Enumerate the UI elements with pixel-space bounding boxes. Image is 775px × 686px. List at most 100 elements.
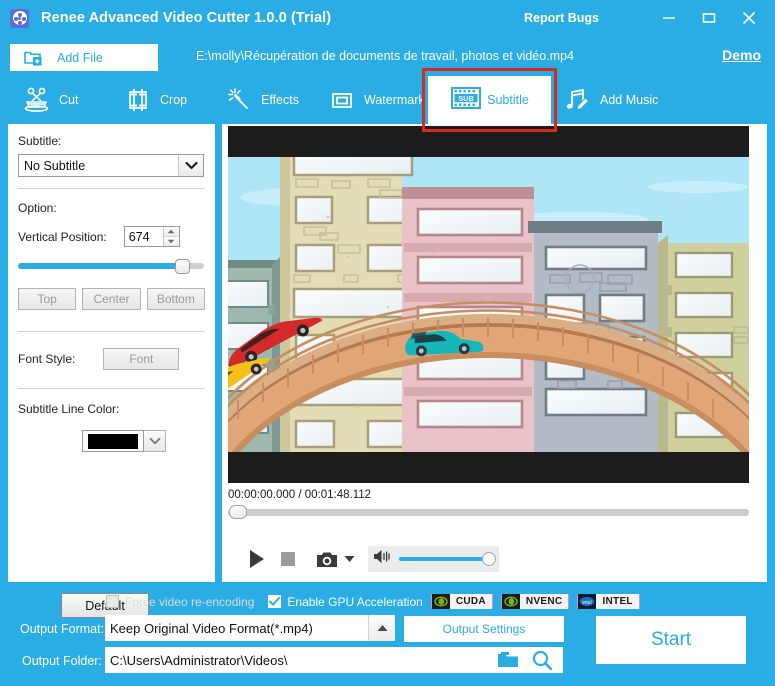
gpu-badge-nvenc-label: NVENC <box>520 594 569 609</box>
volume-thumb[interactable] <box>482 552 496 566</box>
minimize-icon[interactable] <box>649 3 689 33</box>
option-label: Option: <box>18 201 205 215</box>
nvidia-eye-icon <box>502 594 520 609</box>
video-frame-content <box>228 157 749 452</box>
play-icon[interactable] <box>248 549 266 569</box>
folder-icon[interactable] <box>497 651 519 672</box>
seek-bar[interactable] <box>228 509 749 516</box>
player-controls <box>248 544 499 574</box>
tab-watermark[interactable]: Watermark <box>327 76 425 124</box>
output-format-value: Keep Original Video Format(*.mp4) <box>105 621 313 636</box>
music-note-pencil-icon <box>563 85 593 115</box>
camera-icon[interactable] <box>317 551 337 568</box>
start-button[interactable]: Start <box>596 616 746 664</box>
tab-add-music[interactable]: Add Music <box>563 76 658 124</box>
gpu-badge-cuda-label: CUDA <box>450 594 492 609</box>
output-folder-label: Output Folder: <box>22 654 102 668</box>
gpu-badge-nvenc: NVENC <box>501 594 570 609</box>
tab-crop[interactable]: Crop <box>123 76 187 124</box>
file-path: E:\molly\Récupération de documents de tr… <box>196 49 574 63</box>
line-color-swatch[interactable] <box>82 430 144 452</box>
total-time: 00:01:48.112 <box>305 489 371 501</box>
subtitle-settings-panel: Subtitle: No Subtitle Option: Vertical P… <box>8 124 215 582</box>
time-separator: / <box>295 489 305 501</box>
output-folder-input[interactable]: C:\Users\Administrator\Videos\ <box>105 647 563 673</box>
subtitle-sub-icon: SUB <box>450 85 480 115</box>
magic-wand-icon <box>224 85 254 115</box>
scissors-icon <box>22 85 52 115</box>
vertical-position-spinner[interactable]: 674 <box>124 226 180 247</box>
gpu-badge-intel-label: INTEL <box>596 594 638 609</box>
film-reel-icon <box>10 9 29 28</box>
preview-panel: 00:00:00.000 / 00:01:48.112 <box>222 124 767 582</box>
seek-thumb[interactable] <box>229 505 247 519</box>
align-center-button[interactable]: Center <box>82 288 140 310</box>
video-preview[interactable] <box>228 126 749 483</box>
font-style-label: Font Style: <box>18 352 75 366</box>
volume-fill <box>399 557 489 561</box>
force-reencode-checkbox[interactable] <box>106 595 119 608</box>
slider-thumb[interactable] <box>175 259 190 274</box>
subtitle-line-color-label: Subtitle Line Color: <box>18 402 205 416</box>
title-bar: Renee Advanced Video Cutter 1.0.0 (Trial… <box>0 0 775 36</box>
line-color-chevron-down-icon[interactable] <box>144 430 166 452</box>
gpu-badge-intel: intel INTEL <box>577 594 639 609</box>
volume-control <box>368 546 499 572</box>
report-bugs-link[interactable]: Report Bugs <box>524 11 599 25</box>
spinner-down-icon[interactable] <box>163 237 179 246</box>
nvidia-eye-icon <box>432 594 450 609</box>
demo-link[interactable]: Demo <box>722 47 761 63</box>
encoding-options-row: Force video re-encoding Enable GPU Accel… <box>106 594 640 609</box>
frame-icon <box>327 85 357 115</box>
subtitle-select[interactable]: No Subtitle <box>18 154 204 177</box>
divider-3 <box>18 388 205 389</box>
gpu-acceleration-checkbox[interactable] <box>268 595 281 608</box>
tab-cut[interactable]: Cut <box>22 76 78 124</box>
subtitle-select-value: No Subtitle <box>19 159 85 173</box>
stop-icon[interactable] <box>281 552 295 566</box>
chevron-down-icon[interactable] <box>178 155 203 176</box>
tab-crop-label: Crop <box>160 93 187 107</box>
cityscape-illustration <box>228 157 749 452</box>
caret-up-icon[interactable] <box>368 615 395 641</box>
spinner-up-icon[interactable] <box>163 227 179 237</box>
gpu-acceleration-label: Enable GPU Acceleration <box>287 595 422 609</box>
maximize-icon[interactable] <box>689 3 729 33</box>
slider-fill <box>18 263 182 269</box>
add-file-label: Add File <box>57 51 103 65</box>
tab-subtitle-label: Subtitle <box>487 93 529 107</box>
search-icon[interactable] <box>531 650 553 674</box>
align-top-button[interactable]: Top <box>18 288 76 310</box>
output-format-label: Output Format: <box>20 622 104 636</box>
add-file-button[interactable]: Add File <box>10 44 158 71</box>
tab-add-music-label: Add Music <box>600 93 658 107</box>
window-controls <box>649 0 769 36</box>
vertical-position-slider[interactable] <box>18 263 204 269</box>
film-frame-icon <box>123 85 153 115</box>
gpu-badge-cuda: CUDA <box>431 594 493 609</box>
output-format-select[interactable]: Keep Original Video Format(*.mp4) <box>105 615 395 641</box>
tab-subtitle[interactable]: SUB Subtitle <box>428 76 551 124</box>
output-settings-button[interactable]: Output Settings <box>404 616 564 642</box>
intel-logo-icon: intel <box>578 594 596 609</box>
spinner-buttons <box>163 227 179 246</box>
caret-down-icon[interactable] <box>344 555 355 563</box>
volume-slider[interactable] <box>399 557 489 561</box>
close-icon[interactable] <box>729 3 769 33</box>
svg-text:intel: intel <box>583 600 592 606</box>
tab-effects-label: Effects <box>261 93 299 107</box>
app-window: Renee Advanced Video Cutter 1.0.0 (Trial… <box>0 0 775 686</box>
divider-1 <box>18 188 205 189</box>
tab-bar: Cut Crop <box>0 76 775 124</box>
vertical-position-label: Vertical Position: <box>18 230 107 244</box>
tab-effects[interactable]: Effects <box>224 76 299 124</box>
speaker-icon[interactable] <box>373 549 391 569</box>
font-button[interactable]: Font <box>103 348 179 370</box>
window-title: Renee Advanced Video Cutter 1.0.0 (Trial… <box>41 10 331 26</box>
align-bottom-button[interactable]: Bottom <box>147 288 205 310</box>
tab-cut-label: Cut <box>59 93 78 107</box>
subtitle-label: Subtitle: <box>18 134 205 148</box>
current-time: 00:00:00.000 <box>228 489 295 501</box>
output-folder-value: C:\Users\Administrator\Videos\ <box>105 653 288 668</box>
force-reencode-label: Force video re-encoding <box>125 595 254 609</box>
